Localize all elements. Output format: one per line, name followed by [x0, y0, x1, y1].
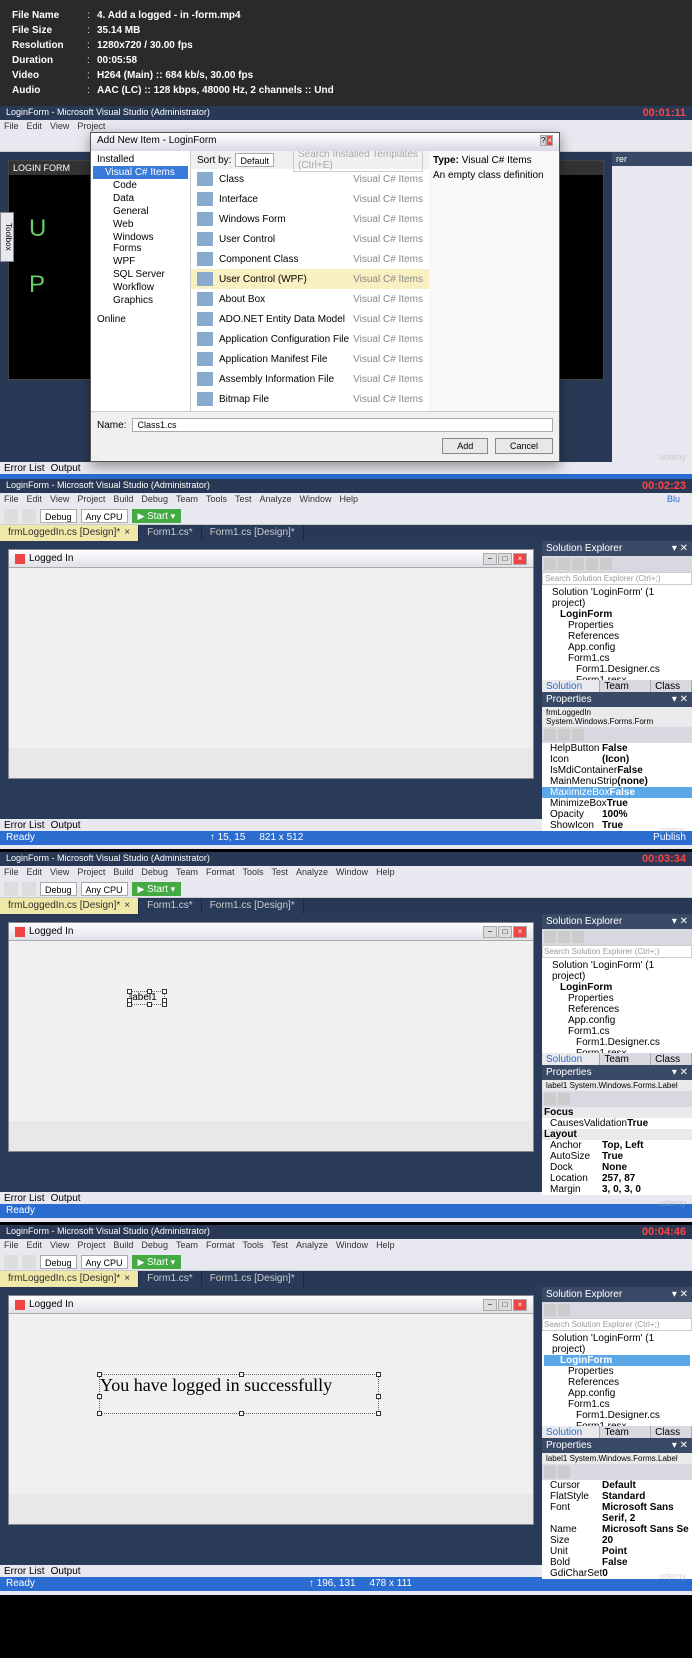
solution-explorer-header: rer — [612, 152, 692, 166]
frame-4: 00:04:46 udemy LoginForm - Microsoft Vis… — [0, 1225, 692, 1595]
template-item[interactable]: Component ClassVisual C# Items — [191, 249, 429, 269]
timestamp: 00:02:23 — [642, 480, 686, 492]
template-icon — [197, 212, 213, 226]
template-icon — [197, 372, 213, 386]
solution-tree: Solution 'LoginForm' (1 project) LoginFo… — [542, 585, 692, 680]
cancel-button[interactable]: Cancel — [495, 438, 553, 454]
sol-toolbar — [542, 556, 692, 572]
label-control[interactable]: label1 — [129, 991, 165, 1005]
property-row[interactable]: HelpButtonFalse — [542, 743, 692, 754]
tree-installed[interactable]: Installed — [93, 153, 188, 166]
property-row[interactable]: IsMdiContainerFalse — [542, 765, 692, 776]
frame-3: 00:03:34 udemy LoginForm - Microsoft Vis… — [0, 852, 692, 1222]
property-row[interactable]: MaximizeBoxFalse — [542, 787, 692, 798]
back-icon[interactable] — [4, 509, 18, 523]
properties-grid: HelpButtonFalseIcon(Icon)IsMdiContainerF… — [542, 743, 692, 831]
timestamp: 00:01:11 — [643, 107, 686, 119]
form-icon — [15, 554, 25, 564]
online-templates-link[interactable]: Click here to go online and find templat… — [191, 409, 429, 411]
search-solution[interactable]: Search Solution Explorer (Ctrl+;) — [542, 572, 692, 585]
property-row[interactable]: Opacity100% — [542, 809, 692, 820]
start-button[interactable]: ▶ Start ▾ — [132, 509, 182, 523]
property-row[interactable]: CursorDefault — [542, 1480, 692, 1491]
template-list: Sort by: Default Search Installed Templa… — [191, 151, 429, 411]
property-row[interactable]: FlatStyleStandard — [542, 1491, 692, 1502]
template-item[interactable]: Application Manifest FileVisual C# Items — [191, 349, 429, 369]
property-row[interactable]: BoldFalse — [542, 1557, 692, 1568]
meta-label: File Name — [12, 8, 87, 23]
file-metadata: File Name:4. Add a logged - in -form.mp4… — [0, 0, 692, 106]
template-item[interactable]: ADO.NET Entity Data ModelVisual C# Items — [191, 309, 429, 329]
template-icon — [197, 392, 213, 406]
dialog-title: Add New Item - LoginForm ?× — [91, 133, 559, 151]
template-item[interactable]: Assembly Information FileVisual C# Items — [191, 369, 429, 389]
template-item[interactable]: About BoxVisual C# Items — [191, 289, 429, 309]
toolbox-tab[interactable]: Toolbox — [0, 212, 14, 262]
template-icon — [197, 272, 213, 286]
template-item[interactable]: Application Configuration FileVisual C# … — [191, 329, 429, 349]
template-icon — [197, 232, 213, 246]
template-icon — [197, 292, 213, 306]
template-tree: Installed Visual C# Items Code Data Gene… — [91, 151, 191, 411]
property-row[interactable]: MainMenuStrip(none) — [542, 776, 692, 787]
form-designer[interactable]: Logged In −□× — [8, 549, 534, 779]
property-row[interactable]: Icon(Icon) — [542, 754, 692, 765]
template-item[interactable]: InterfaceVisual C# Items — [191, 189, 429, 209]
template-icon — [197, 352, 213, 366]
template-item[interactable]: Windows FormVisual C# Items — [191, 209, 429, 229]
property-row[interactable]: Size20 — [542, 1535, 692, 1546]
template-icon — [197, 332, 213, 346]
home-icon[interactable] — [544, 558, 556, 570]
form-designer[interactable]: Logged In −□× label1 — [8, 922, 534, 1152]
forward-icon[interactable] — [22, 509, 36, 523]
template-icon — [197, 252, 213, 266]
template-item[interactable]: ClassVisual C# Items — [191, 169, 429, 189]
property-row[interactable]: NameMicrosoft Sans Se — [542, 1524, 692, 1535]
close-button[interactable]: × — [546, 135, 553, 146]
property-row[interactable]: MinimizeBoxTrue — [542, 798, 692, 809]
frame-2: 00:02:23 udemy LoginForm - Microsoft Vis… — [0, 479, 692, 849]
template-item[interactable]: User Control (WPF)Visual C# Items — [191, 269, 429, 289]
window-title: LoginForm - Microsoft Visual Studio (Adm… — [0, 106, 692, 120]
property-row[interactable]: UnitPoint — [542, 1546, 692, 1557]
name-input[interactable] — [132, 418, 553, 432]
document-tabs: frmLoggedIn.cs [Design]*× Form1.cs* Form… — [0, 525, 692, 541]
label-control[interactable]: You have logged in successfully — [99, 1374, 379, 1414]
property-row[interactable]: FontMicrosoft Sans Serif, 2 — [542, 1502, 692, 1524]
watermark: udemy — [659, 452, 686, 462]
frame-1: 00:01:11 udemy LoginForm - Microsoft Vis… — [0, 106, 692, 476]
template-icon — [197, 192, 213, 206]
add-new-item-dialog: Add New Item - LoginForm ?× Installed Vi… — [90, 132, 560, 462]
template-item[interactable]: Bitmap FileVisual C# Items — [191, 389, 429, 409]
template-icon — [197, 172, 213, 186]
search-input[interactable]: Search Installed Templates (Ctrl+E) — [293, 151, 423, 172]
form-designer[interactable]: Logged In −□× You have logged in success… — [8, 1295, 534, 1525]
sort-combo[interactable]: Default — [235, 153, 274, 167]
template-item[interactable]: User ControlVisual C# Items — [191, 229, 429, 249]
template-info: Type: Visual C# Items An empty class def… — [429, 151, 559, 411]
add-button[interactable]: Add — [442, 438, 488, 454]
menu-bar: FileEditViewProjectBuildDebugTeamToolsTe… — [0, 493, 692, 507]
tab-frmloggedin[interactable]: frmLoggedIn.cs [Design]*× — [0, 525, 139, 541]
template-icon — [197, 312, 213, 326]
